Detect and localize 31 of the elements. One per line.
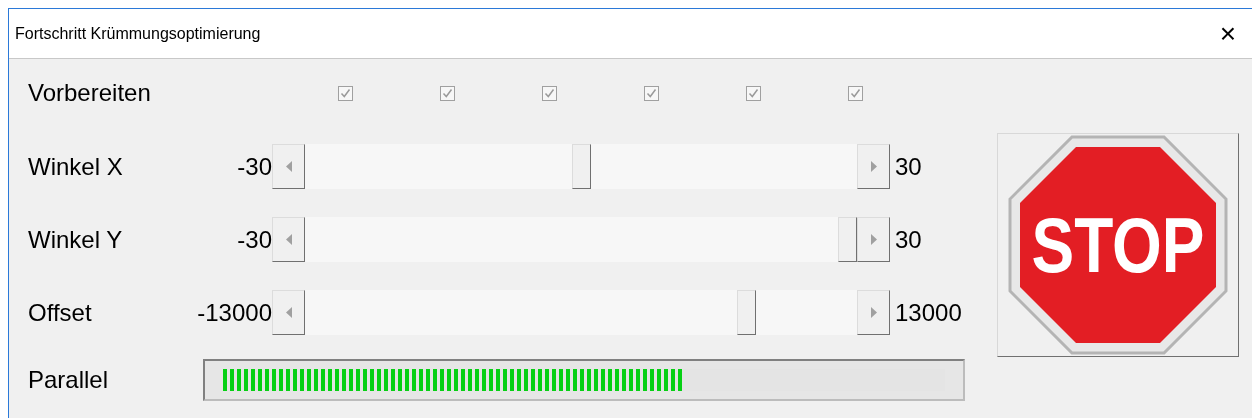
max-value: 30 [895, 224, 922, 255]
prepare-label: Vorbereiten [28, 78, 152, 108]
close-button[interactable]: × [1208, 13, 1248, 54]
min-value: -13000 [196, 297, 272, 328]
scroll-right-button[interactable] [857, 144, 890, 189]
min-value: -30 [236, 151, 272, 182]
scrollbar-thumb[interactable] [736, 290, 756, 335]
left-arrow-icon [285, 307, 292, 318]
left-arrow-icon [285, 161, 292, 172]
scroll-left-button[interactable] [272, 144, 305, 189]
scroll-right-button[interactable] [857, 290, 890, 335]
left-arrow-icon [285, 234, 292, 245]
stop-label: STOP [1031, 206, 1205, 284]
slider-label: Offset [28, 297, 93, 328]
scroll-left-button[interactable] [272, 290, 305, 335]
slider-label: Winkel X [28, 151, 124, 182]
stop-sign-icon [1008, 135, 1228, 355]
right-arrow-icon [870, 307, 877, 318]
scroll-left-button[interactable] [272, 217, 305, 262]
scrollbar-thumb[interactable] [571, 144, 591, 189]
stop-button[interactable]: STOP [997, 133, 1239, 357]
scroll-right-button[interactable] [857, 217, 890, 262]
window-title: Fortschritt Krümmungsoptimierung [15, 23, 261, 44]
max-value: 13000 [895, 297, 962, 328]
slider-label: Winkel Y [28, 224, 124, 255]
scrollbar-thumb[interactable] [838, 217, 857, 262]
min-value: -30 [236, 224, 272, 255]
max-value: 30 [895, 151, 922, 182]
parallel-label: Parallel [28, 365, 110, 395]
right-arrow-icon [870, 161, 877, 172]
right-arrow-icon [870, 234, 877, 245]
